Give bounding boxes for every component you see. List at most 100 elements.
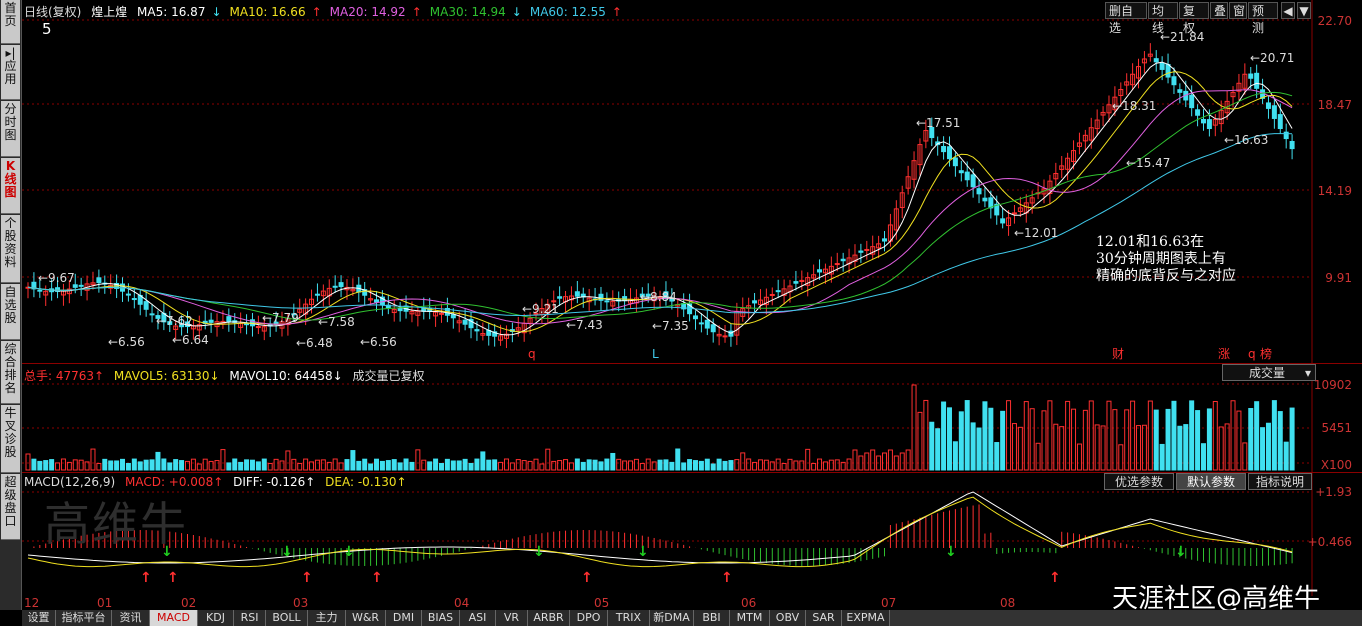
volume-bar [633,458,639,471]
volume-bar [1177,425,1183,471]
tab-obv[interactable]: OBV [770,610,806,626]
candle-body [1277,114,1283,130]
candle-body [840,258,846,262]
volume-bar [639,462,645,471]
volume-bar [273,458,279,471]
volume-bar [303,458,309,471]
indicator-help-button[interactable]: 指标说明 [1248,473,1312,490]
tab-dma[interactable]: 新DMA [650,610,694,626]
candle-body [598,293,604,301]
volume-bar [568,462,574,471]
tab-[interactable]: 指标平台 [56,610,112,626]
tab-kdj[interactable]: KDJ [198,610,234,626]
volume-bar [533,458,539,471]
volume-bar [929,421,935,471]
buy-arrow-icon: ↑ [581,570,593,586]
price-annotation: ←17.51 [916,116,960,130]
tab-rsi[interactable]: RSI [234,610,266,626]
diff-line [27,491,1293,564]
volume-bar [964,400,970,471]
volume-bar [1254,401,1260,471]
tab-bias[interactable]: BIAS [422,610,460,626]
price-annotation: ←9.67 [38,271,75,285]
volume-bar [1088,400,1094,471]
volume-bar [645,458,651,471]
volume-bar [232,458,238,471]
optimized-params-button[interactable]: 优选参数 [1104,473,1174,490]
tab-[interactable]: 主力 [308,610,346,626]
tab-[interactable]: 设置 [22,610,56,626]
tab-[interactable]: 资讯 [112,610,150,626]
volume-bar [179,460,185,471]
candle-body [1177,89,1183,93]
volume-bar [509,462,515,471]
tab-expma[interactable]: EXPMA [842,610,890,626]
volume-bar [338,462,344,471]
buy-arrow-icon: ↑ [371,570,383,586]
month-label: 06 [741,596,757,610]
volume-bar [586,459,592,471]
tab-dmi[interactable]: DMI [386,610,422,626]
volume-bar [267,462,273,471]
tab-wr[interactable]: W&R [346,610,386,626]
candle-body [1165,64,1171,78]
candle-body [37,289,43,292]
sell-arrow-icon: ↓ [281,544,293,560]
candle-body [970,174,976,188]
volume-bar [320,459,326,471]
tab-vr[interactable]: VR [496,610,528,626]
price-annotation: ←8.84 [640,290,677,304]
volume-bar [226,462,232,471]
tab-trix[interactable]: TRIX [608,610,650,626]
volume-bar [787,458,793,471]
volume-bar [657,459,663,471]
volume-bar [970,422,976,471]
candle-body [622,296,628,301]
volume-bar [716,458,722,471]
price-annotation: ←20.71 [1250,51,1294,65]
tab-bbi[interactable]: BBI [694,610,730,626]
volume-bar [935,428,941,471]
volume-axis-label: X100 [1320,458,1352,472]
price-annotation: ←6.56 [108,335,145,349]
chevron-down-icon: ▾ [1304,366,1311,380]
macd-axis-label: +1.93 [1315,485,1352,499]
volume-bar [994,442,1000,471]
stock-chart[interactable]: ←9.67 ←6.56 ←7.62 ←6.64 ←7.79 ←6.48 ←7.58 ←6.56… [0,0,1362,610]
indicator-select[interactable]: 成交量 ▾ [1222,364,1316,381]
candle-body [722,335,728,338]
volume-bar [1195,410,1201,471]
volume-bar [1283,441,1289,471]
volume-bar [391,459,397,471]
tab-asi[interactable]: ASI [460,610,496,626]
volume-bar [43,460,49,471]
tab-macd[interactable]: MACD [150,610,198,626]
tab-boll[interactable]: BOLL [266,610,308,626]
tab-sar[interactable]: SAR [806,610,842,626]
default-params-button[interactable]: 默认参数 [1176,473,1246,490]
price-annotation: ←6.64 [172,333,209,347]
volume-bar [220,449,226,471]
candle-body [96,277,102,284]
volume-bar [249,459,255,471]
volume-bar [173,459,179,471]
volume-bar [1082,409,1088,471]
candle-body [698,322,704,325]
volume-bar [167,462,173,471]
candle-body [692,315,698,320]
candle-body [1271,105,1277,119]
tab-arbr[interactable]: ARBR [528,610,570,626]
volume-bar [1183,424,1189,471]
volume-bar [775,458,781,471]
volume-bar [433,458,439,471]
candle-body [255,326,261,329]
volume-bar [1130,400,1136,471]
tab-mtm[interactable]: MTM [730,610,770,626]
volume-bar [952,441,958,471]
volume-bar [946,407,952,471]
candle-body [858,250,864,253]
volume-bar [663,459,669,471]
macd-value: MACD: +0.008↑ [124,475,224,489]
tab-dpo[interactable]: DPO [570,610,608,626]
candle-body [752,300,758,304]
